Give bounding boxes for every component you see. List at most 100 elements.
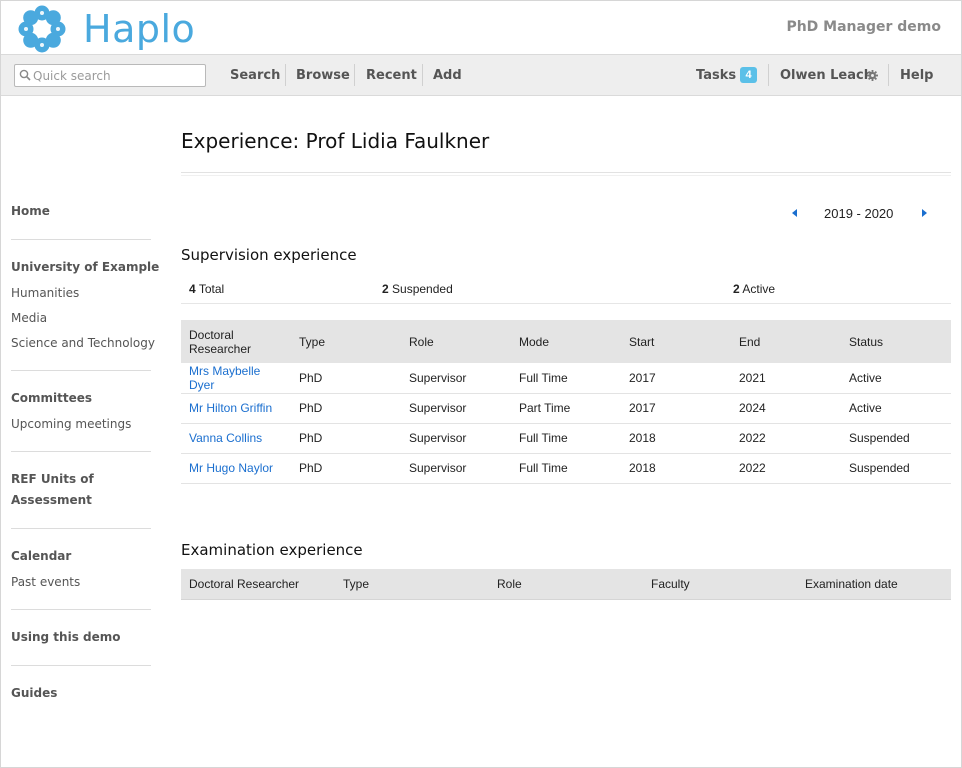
nav-add[interactable]: Add [433,68,462,83]
cell-role: Supervisor [401,453,511,484]
quick-search-input[interactable] [33,67,201,84]
nav-tasks[interactable]: Tasks [696,68,736,83]
nav-separator [422,64,423,86]
sidebar-item-university[interactable]: University of Example [11,257,159,278]
sidebar-item-calendar[interactable]: Calendar [11,546,71,567]
cell-type: PhD [291,423,401,454]
app-name: PhD Manager demo [786,19,941,35]
cell-role: Supervisor [401,393,511,424]
cell-start: 2018 [621,453,731,484]
nav-separator [285,64,286,86]
cell-mode: Full Time [511,453,621,484]
cell-type: PhD [291,393,401,424]
nav-help[interactable]: Help [900,68,933,83]
table-header-row: Doctoral Researcher Type Role Mode Start… [181,320,951,363]
table-row: Mr Hilton Griffin PhD Supervisor Part Ti… [181,393,951,424]
cell-mode: Full Time [511,423,621,454]
researcher-link[interactable]: Mr Hugo Naylor [189,461,273,475]
nav-search[interactable]: Search [230,68,280,83]
summary-divider [181,303,951,304]
examination-table: Doctoral Researcher Type Role Faculty Ex… [181,569,951,600]
researcher-link[interactable]: Mrs Maybelle Dyer [189,364,260,392]
page-title: Experience: Prof Lidia Faulkner [181,129,490,153]
sidebar-item-guides[interactable]: Guides [11,683,57,704]
logo-text[interactable]: Haplo [83,7,195,51]
cell-start: 2017 [621,393,731,424]
summary-suspended-count: 2 [382,282,389,296]
sidebar-divider [11,370,151,371]
cell-end: 2022 [731,423,841,454]
haplo-logo-icon[interactable] [17,4,67,54]
sidebar-item-science-technology[interactable]: Science and Technology [11,336,155,350]
table-row: Mrs Maybelle Dyer PhD Supervisor Full Ti… [181,363,951,394]
tasks-count-badge[interactable]: 4 [740,67,757,83]
examination-heading: Examination experience [181,541,363,559]
nav-user-name[interactable]: Olwen Leach [780,68,873,83]
cell-status: Active [841,363,951,394]
column-header: Type [335,569,489,600]
previous-year-arrow-icon[interactable] [792,209,797,217]
sidebar-item-using-demo[interactable]: Using this demo [11,627,121,648]
researcher-link[interactable]: Vanna Collins [189,431,262,445]
column-header: Mode [511,320,621,363]
sidebar-item-upcoming-meetings[interactable]: Upcoming meetings [11,417,131,431]
column-header: Role [489,569,643,600]
summary-active: 2 Active [733,282,775,296]
cell-end: 2024 [731,393,841,424]
sidebar-item-past-events[interactable]: Past events [11,575,80,589]
cell-start: 2017 [621,363,731,394]
gear-icon[interactable] [867,70,878,81]
sidebar-divider [11,528,151,529]
cell-status: Suspended [841,453,951,484]
sidebar-divider [11,239,151,240]
summary-active-count: 2 [733,282,740,296]
summary-total-label: Total [198,282,225,296]
nav-browse[interactable]: Browse [296,68,350,83]
sidebar-item-humanities[interactable]: Humanities [11,286,79,300]
table-row: Mr Hugo Naylor PhD Supervisor Full Time … [181,453,951,484]
column-header: Doctoral Researcher [181,569,335,600]
cell-type: PhD [291,453,401,484]
nav-separator [888,64,889,86]
summary-total-count: 4 [189,282,196,296]
sidebar-item-committees[interactable]: Committees [11,388,92,409]
cell-status: Active [841,393,951,424]
sidebar-item-home[interactable]: Home [11,201,50,222]
header: Haplo PhD Manager demo [1,1,961,54]
table-row: Vanna Collins PhD Supervisor Full Time 2… [181,423,951,454]
nav-separator [354,64,355,86]
cell-mode: Part Time [511,393,621,424]
summary-suspended: 2 Suspended [382,282,453,296]
search-icon [19,69,31,81]
column-header: Role [401,320,511,363]
supervision-table: Doctoral Researcher Type Role Mode Start… [181,320,951,484]
column-header: Examination date [797,569,951,600]
cell-role: Supervisor [401,363,511,394]
title-divider [181,172,951,176]
summary-suspended-label: Suspended [392,282,453,296]
toolbar: Search Browse Recent Add Tasks 4 Olwen L… [1,54,961,96]
cell-status: Suspended [841,423,951,454]
column-header: Faculty [643,569,797,600]
nav-separator [768,64,769,86]
table-header-row: Doctoral Researcher Type Role Faculty Ex… [181,569,951,600]
column-header: Start [621,320,731,363]
cell-mode: Full Time [511,363,621,394]
nav-recent[interactable]: Recent [366,68,417,83]
cell-role: Supervisor [401,423,511,454]
cell-type: PhD [291,363,401,394]
sidebar-divider [11,609,151,610]
year-range: 2019 - 2020 [824,206,894,221]
researcher-link[interactable]: Mr Hilton Griffin [189,401,272,415]
sidebar-item-media[interactable]: Media [11,311,47,325]
column-header: Doctoral Researcher [181,320,291,363]
summary-total: 4 Total [189,282,224,296]
cell-end: 2021 [731,363,841,394]
next-year-arrow-icon[interactable] [922,209,927,217]
sidebar-divider [11,451,151,452]
column-header: End [731,320,841,363]
column-header: Type [291,320,401,363]
quick-search-box[interactable] [14,64,206,87]
cell-start: 2018 [621,423,731,454]
sidebar-item-ref-units[interactable]: REF Units of Assessment [11,469,111,511]
